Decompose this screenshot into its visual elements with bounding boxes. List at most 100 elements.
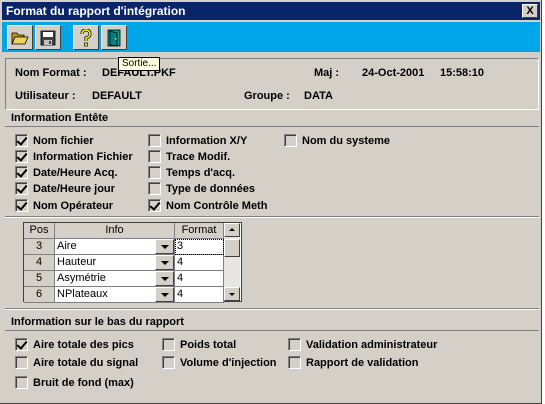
grid-header-info: Info xyxy=(55,223,175,239)
open-button[interactable] xyxy=(7,25,33,50)
bas-section-title: Information sur le bas du rapport xyxy=(5,314,539,331)
help-question-icon xyxy=(80,28,92,46)
open-folder-icon xyxy=(11,32,29,45)
checkbox-trace-modif[interactable]: Trace Modif. xyxy=(148,150,230,163)
checkbox-label: Volume d'injection xyxy=(180,356,277,369)
save-button[interactable] xyxy=(35,25,61,50)
checkbox-box[interactable] xyxy=(15,199,28,212)
checkbox-box[interactable] xyxy=(15,150,28,163)
checkbox-information-fichier[interactable]: Information Fichier xyxy=(15,150,133,163)
checkbox-box[interactable] xyxy=(15,356,28,369)
checkbox-box[interactable] xyxy=(288,356,301,369)
exit-tooltip: Sortie... xyxy=(118,57,161,71)
dialog-window: Format du rapport d'intégration X Sortie… xyxy=(0,0,542,404)
exit-button[interactable] xyxy=(101,25,127,50)
checkbox-label: Temps d'acq. xyxy=(166,166,236,179)
checkbox-box[interactable] xyxy=(148,166,161,179)
checkbox-box[interactable] xyxy=(15,338,28,351)
help-button[interactable] xyxy=(73,25,99,50)
grid-cell-pos: 6 xyxy=(24,287,55,303)
checkbox-label: Bruit de fond (max) xyxy=(33,376,134,389)
checkbox-nom-controle-meth[interactable]: Nom Contrôle Meth xyxy=(148,199,267,212)
checkbox-bruit-de-fond[interactable]: Bruit de fond (max) xyxy=(15,376,134,389)
scroll-up-button[interactable] xyxy=(224,223,240,237)
grid-cell-format[interactable]: 4 xyxy=(175,271,224,287)
checkbox-box[interactable] xyxy=(148,199,161,212)
grid-cell-pos: 4 xyxy=(24,255,55,271)
checkbox-label: Information Fichier xyxy=(33,150,133,163)
close-button[interactable]: X xyxy=(522,4,538,18)
checkbox-validation-administrateur[interactable]: Validation administrateur xyxy=(288,338,437,351)
checkbox-date-heure-jour[interactable]: Date/Heure jour xyxy=(15,182,115,195)
checkbox-label: Information X/Y xyxy=(166,134,248,147)
checkbox-label: Validation administrateur xyxy=(306,338,438,351)
entete-section-title: Information Entête xyxy=(5,110,539,127)
section-divider xyxy=(5,308,539,310)
grid-header-pos: Pos xyxy=(24,223,55,239)
grid-cell-format[interactable]: 4 xyxy=(175,287,224,303)
checkbox-nom-fichier[interactable]: Nom fichier xyxy=(15,134,94,147)
checkbox-label: Trace Modif. xyxy=(166,150,231,163)
checkbox-box[interactable] xyxy=(148,150,161,163)
groupe-label: Groupe : xyxy=(244,90,290,102)
checkbox-volume-injection[interactable]: Volume d'injection xyxy=(162,356,277,369)
checkbox-label: Date/Heure jour xyxy=(33,182,115,195)
checkbox-label: Aire totale du signal xyxy=(33,356,139,369)
groupe-value: DATA xyxy=(304,90,333,102)
utilisateur-label: Utilisateur : xyxy=(15,90,76,102)
checkbox-box[interactable] xyxy=(15,182,28,195)
grid-scrollbar[interactable] xyxy=(224,223,240,301)
info-dropdown-button[interactable] xyxy=(155,271,174,286)
checkbox-label: Nom Opérateur xyxy=(33,199,114,212)
checkbox-label: Nom fichier xyxy=(33,134,94,147)
checkbox-label: Date/Heure Acq. xyxy=(33,166,118,179)
grid-cell-format[interactable]: 4 xyxy=(175,255,224,271)
scroll-down-button[interactable] xyxy=(224,287,240,301)
save-disk-icon xyxy=(40,30,56,45)
checkbox-box[interactable] xyxy=(15,134,28,147)
checkbox-box[interactable] xyxy=(162,338,175,351)
grid-cell-pos: 3 xyxy=(24,239,55,255)
checkbox-box[interactable] xyxy=(162,356,175,369)
checkbox-box[interactable] xyxy=(148,134,161,147)
header-info-panel: Nom Format : DEFAULT.PKF Maj : 24-Oct-20… xyxy=(5,58,539,110)
utilisateur-value: DEFAULT xyxy=(92,90,142,102)
checkbox-rapport-validation[interactable]: Rapport de validation xyxy=(288,356,418,369)
focused-cell-outline xyxy=(175,239,224,255)
scroll-thumb[interactable] xyxy=(224,239,240,257)
checkbox-type-donnees[interactable]: Type de données xyxy=(148,182,255,195)
maj-label: Maj : xyxy=(314,67,340,79)
checkbox-label: Type de données xyxy=(166,182,256,195)
checkbox-box[interactable] xyxy=(15,166,28,179)
checkbox-poids-total[interactable]: Poids total xyxy=(162,338,236,351)
checkbox-box[interactable] xyxy=(288,338,301,351)
nom-format-label: Nom Format : xyxy=(15,67,87,79)
title-bar[interactable]: Format du rapport d'intégration X xyxy=(2,2,540,20)
window-title: Format du rapport d'intégration xyxy=(6,4,186,18)
checkbox-aire-totale-signal[interactable]: Aire totale du signal xyxy=(15,356,138,369)
checkbox-nom-operateur[interactable]: Nom Opérateur xyxy=(15,199,113,212)
checkbox-label: Nom du systeme xyxy=(302,134,391,147)
checkbox-date-heure-acq[interactable]: Date/Heure Acq. xyxy=(15,166,118,179)
grid-header-format: Format xyxy=(175,223,224,239)
info-dropdown-button[interactable] xyxy=(155,255,174,270)
info-dropdown-button[interactable] xyxy=(155,287,174,302)
checkbox-label: Aire totale des pics xyxy=(33,338,134,351)
checkbox-label: Poids total xyxy=(180,338,237,351)
checkbox-nom-du-systeme[interactable]: Nom du systeme xyxy=(284,134,390,147)
section-divider xyxy=(5,216,539,218)
grid-cell-pos: 5 xyxy=(24,271,55,287)
exit-door-icon xyxy=(107,29,121,46)
checkbox-temps-acq[interactable]: Temps d'acq. xyxy=(148,166,235,179)
maj-date: 24-Oct-2001 xyxy=(362,67,425,79)
checkbox-label: Nom Contrôle Meth xyxy=(166,199,268,212)
checkbox-aire-totale-pics[interactable]: Aire totale des pics xyxy=(15,338,134,351)
checkbox-information-xy[interactable]: Information X/Y xyxy=(148,134,247,147)
maj-time: 15:58:10 xyxy=(440,67,485,79)
checkbox-box[interactable] xyxy=(148,182,161,195)
checkbox-box[interactable] xyxy=(284,134,297,147)
fields-grid[interactable]: Pos Info Format 3 Aire 3 4 Hauteur 4 5 A… xyxy=(23,222,242,303)
info-dropdown-button[interactable] xyxy=(155,239,174,254)
toolbar xyxy=(2,22,540,52)
checkbox-box[interactable] xyxy=(15,376,28,389)
